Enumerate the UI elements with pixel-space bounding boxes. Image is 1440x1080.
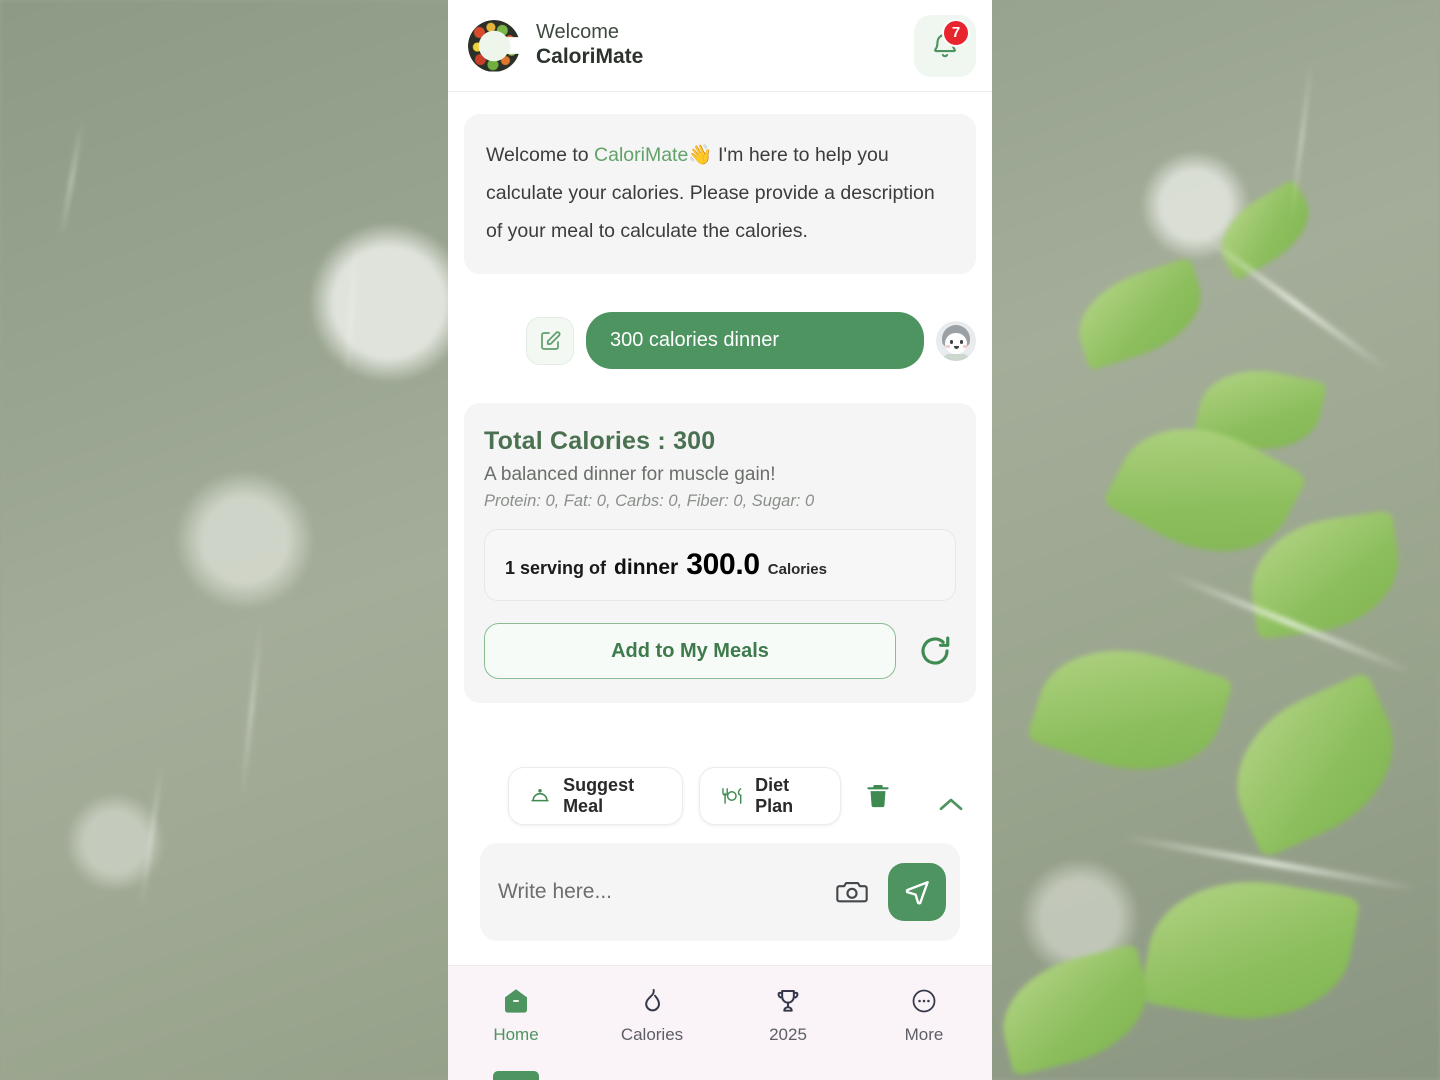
nav-label-more: More (904, 1024, 944, 1044)
collapse-actions-button[interactable] (934, 785, 968, 825)
food-cloche-icon (531, 789, 549, 802)
nav-item-home[interactable]: Home (448, 966, 584, 1080)
bot-message-brand: CaloriMate (594, 144, 689, 166)
user-message-text: 300 calories dinner (586, 312, 924, 370)
suggest-meal-label: Suggest Meal (563, 775, 635, 816)
app-header: Welcome CaloriMate 7 (448, 0, 992, 92)
camera-icon (836, 881, 868, 903)
regenerate-button[interactable] (914, 630, 956, 672)
notifications-button[interactable]: 7 (914, 14, 976, 77)
welcome-label: Welcome (536, 21, 619, 44)
result-card-actions: Add to My Meals (484, 623, 956, 680)
message-input[interactable] (498, 880, 816, 904)
diet-plan-label: Diet Plan (755, 775, 794, 816)
trophy-icon (777, 989, 799, 1012)
send-plane-icon (905, 881, 929, 905)
add-to-my-meals-button[interactable]: Add to My Meals (484, 623, 896, 680)
diet-plan-button[interactable]: Diet Plan (698, 767, 842, 825)
serving-quantity-label: 1 serving of (505, 558, 607, 579)
meal-summary: A balanced dinner for muscle gain! (484, 464, 776, 486)
calorie-result-card: Total Calories : 300 A balanced dinner f… (464, 403, 976, 704)
home-icon (505, 988, 527, 1013)
nav-label-home: Home (493, 1024, 539, 1044)
phone-screen: Welcome CaloriMate 7 Welcome to CaloriMa… (448, 0, 992, 1080)
serving-calories-value: 300.0 (686, 548, 760, 582)
user-avatar (936, 320, 976, 361)
more-dots-icon (912, 989, 936, 1012)
chat-area: Welcome to CaloriMate👋 I'm here to help … (448, 92, 992, 965)
total-calories-label: Total Calories : 300 (484, 427, 716, 456)
user-message-row: 300 calories dinner (464, 312, 976, 370)
nav-item-calories[interactable]: Calories (584, 966, 720, 1080)
camera-button[interactable] (830, 870, 874, 914)
clear-chat-button[interactable] (861, 774, 895, 818)
active-tab-indicator (493, 1071, 539, 1080)
serving-row: 1 serving of dinner 300.0 Calories (484, 529, 956, 602)
plate-cutlery-icon (721, 788, 741, 804)
macros-line: Protein: 0, Fat: 0, Carbs: 0, Fiber: 0, … (484, 492, 815, 511)
nav-label-2025: 2025 (769, 1024, 807, 1044)
calorimate-logo-icon (466, 17, 522, 74)
nav-item-more[interactable]: More (856, 966, 992, 1080)
bot-message-prefix: Welcome to (486, 144, 595, 166)
chevron-up-icon (939, 798, 963, 811)
nav-label-calories: Calories (620, 1024, 684, 1044)
nav-item-2025[interactable]: 2025 (720, 966, 856, 1080)
refresh-icon (921, 636, 950, 665)
send-button[interactable] (888, 863, 946, 921)
serving-calories-unit: Calories (767, 561, 827, 579)
notification-badge: 7 (942, 18, 970, 47)
edit-message-button[interactable] (526, 316, 574, 365)
trash-icon (867, 785, 889, 808)
wave-emoji: 👋 (688, 144, 713, 166)
suggest-meal-button[interactable]: Suggest Meal (508, 767, 683, 825)
brand-block: Welcome CaloriMate (466, 17, 644, 74)
quick-actions-row: Suggest Meal Diet Plan (464, 767, 976, 825)
bottom-navigation: Home Calories 2025 More (448, 965, 992, 1080)
app-name: CaloriMate (536, 44, 644, 68)
edit-pencil-icon (541, 330, 561, 350)
message-composer (480, 843, 960, 941)
serving-meal-name: dinner (614, 556, 679, 580)
bot-message-bubble: Welcome to CaloriMate👋 I'm here to help … (464, 114, 976, 275)
flame-icon (645, 988, 660, 1011)
